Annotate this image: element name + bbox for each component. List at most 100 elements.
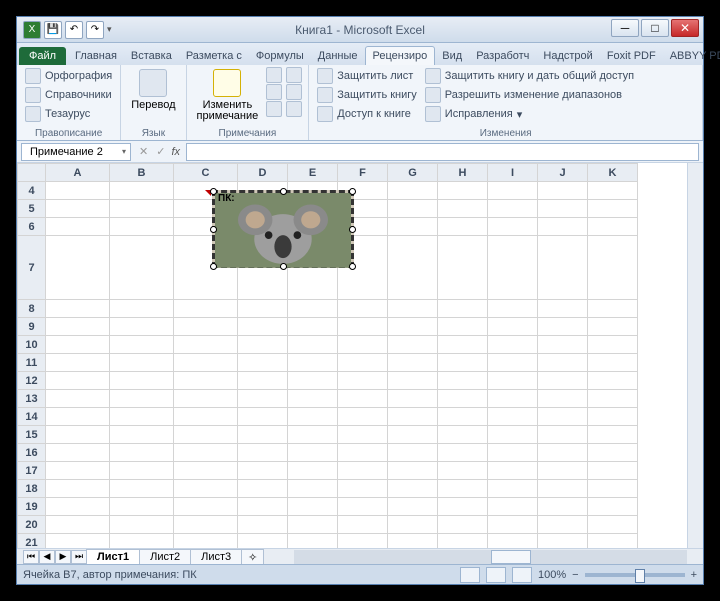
cell-E19[interactable] — [288, 498, 338, 516]
cell-H8[interactable] — [438, 300, 488, 318]
cell-J9[interactable] — [538, 318, 588, 336]
close-button[interactable]: ✕ — [671, 19, 699, 37]
cell-J15[interactable] — [538, 426, 588, 444]
cell-B18[interactable] — [110, 480, 174, 498]
cell-F9[interactable] — [338, 318, 388, 336]
cell-A21[interactable] — [46, 534, 110, 549]
cell-H7[interactable] — [438, 236, 488, 300]
row-header-17[interactable]: 17 — [18, 462, 46, 480]
redo-button[interactable]: ↷ — [86, 21, 104, 39]
tab-abbyy[interactable]: ABBYY PDF — [663, 47, 720, 65]
cell-A5[interactable] — [46, 200, 110, 218]
layout-view-button[interactable] — [486, 567, 506, 583]
cell-H10[interactable] — [438, 336, 488, 354]
cell-D17[interactable] — [238, 462, 288, 480]
cell-E13[interactable] — [288, 390, 338, 408]
row-header-9[interactable]: 9 — [18, 318, 46, 336]
cell-I15[interactable] — [488, 426, 538, 444]
tab-insert[interactable]: Вставка — [124, 47, 179, 65]
tab-home[interactable]: Главная — [68, 47, 124, 65]
cell-G21[interactable] — [388, 534, 438, 549]
cell-K10[interactable] — [588, 336, 638, 354]
cell-K8[interactable] — [588, 300, 638, 318]
cell-K7[interactable] — [588, 236, 638, 300]
cell-B16[interactable] — [110, 444, 174, 462]
cell-K21[interactable] — [588, 534, 638, 549]
cell-C20[interactable] — [174, 516, 238, 534]
cell-I7[interactable] — [488, 236, 538, 300]
cell-B10[interactable] — [110, 336, 174, 354]
row-header-19[interactable]: 19 — [18, 498, 46, 516]
cell-G9[interactable] — [388, 318, 438, 336]
cell-J19[interactable] — [538, 498, 588, 516]
allow-ranges-button[interactable]: Разрешить изменение диапазонов — [423, 86, 636, 104]
cell-G20[interactable] — [388, 516, 438, 534]
cell-F19[interactable] — [338, 498, 388, 516]
cell-G13[interactable] — [388, 390, 438, 408]
undo-button[interactable]: ↶ — [65, 21, 83, 39]
cell-F12[interactable] — [338, 372, 388, 390]
cell-D20[interactable] — [238, 516, 288, 534]
maximize-button[interactable]: □ — [641, 19, 669, 37]
cell-F15[interactable] — [338, 426, 388, 444]
cell-A8[interactable] — [46, 300, 110, 318]
cell-G18[interactable] — [388, 480, 438, 498]
cell-G14[interactable] — [388, 408, 438, 426]
cell-I20[interactable] — [488, 516, 538, 534]
row-header-16[interactable]: 16 — [18, 444, 46, 462]
cell-H4[interactable] — [438, 182, 488, 200]
research-button[interactable]: Справочники — [23, 86, 114, 104]
select-all-corner[interactable] — [18, 164, 46, 182]
vertical-scrollbar[interactable] — [687, 163, 703, 548]
show-ink-button[interactable] — [286, 101, 302, 117]
cell-G8[interactable] — [388, 300, 438, 318]
cell-H15[interactable] — [438, 426, 488, 444]
tab-review[interactable]: Рецензиро — [365, 46, 436, 65]
cell-C10[interactable] — [174, 336, 238, 354]
new-sheet-button[interactable]: ✧ — [241, 549, 264, 565]
cell-F21[interactable] — [338, 534, 388, 549]
cell-J5[interactable] — [538, 200, 588, 218]
row-header-4[interactable]: 4 — [18, 182, 46, 200]
cell-F13[interactable] — [338, 390, 388, 408]
cell-B11[interactable] — [110, 354, 174, 372]
row-header-5[interactable]: 5 — [18, 200, 46, 218]
cell-K4[interactable] — [588, 182, 638, 200]
cell-D16[interactable] — [238, 444, 288, 462]
row-header-12[interactable]: 12 — [18, 372, 46, 390]
cell-B14[interactable] — [110, 408, 174, 426]
cell-A4[interactable] — [46, 182, 110, 200]
formula-bar[interactable] — [186, 143, 699, 161]
cell-K17[interactable] — [588, 462, 638, 480]
cell-E8[interactable] — [288, 300, 338, 318]
col-header-C[interactable]: C — [174, 164, 238, 182]
cell-B13[interactable] — [110, 390, 174, 408]
thesaurus-button[interactable]: Тезаурус — [23, 105, 114, 123]
cell-A16[interactable] — [46, 444, 110, 462]
cell-F10[interactable] — [338, 336, 388, 354]
cell-C11[interactable] — [174, 354, 238, 372]
cell-G12[interactable] — [388, 372, 438, 390]
col-header-K[interactable]: K — [588, 164, 638, 182]
cell-E18[interactable] — [288, 480, 338, 498]
col-header-G[interactable]: G — [388, 164, 438, 182]
worksheet-area[interactable]: ABCDEFGHIJK45678910111213141516171819202… — [17, 163, 703, 548]
cell-B21[interactable] — [110, 534, 174, 549]
cell-H20[interactable] — [438, 516, 488, 534]
cell-B12[interactable] — [110, 372, 174, 390]
cell-H21[interactable] — [438, 534, 488, 549]
cell-K5[interactable] — [588, 200, 638, 218]
delete-comment-button[interactable] — [266, 67, 282, 83]
fx-button[interactable]: fx — [165, 146, 186, 158]
track-changes-button[interactable]: Исправления ▾ — [423, 105, 636, 123]
cell-F18[interactable] — [338, 480, 388, 498]
cell-J14[interactable] — [538, 408, 588, 426]
cell-K9[interactable] — [588, 318, 638, 336]
cell-K14[interactable] — [588, 408, 638, 426]
protect-share-button[interactable]: Защитить книгу и дать общий доступ — [423, 67, 636, 85]
cell-J21[interactable] — [538, 534, 588, 549]
cell-A20[interactable] — [46, 516, 110, 534]
cell-K16[interactable] — [588, 444, 638, 462]
cell-H17[interactable] — [438, 462, 488, 480]
cell-C16[interactable] — [174, 444, 238, 462]
